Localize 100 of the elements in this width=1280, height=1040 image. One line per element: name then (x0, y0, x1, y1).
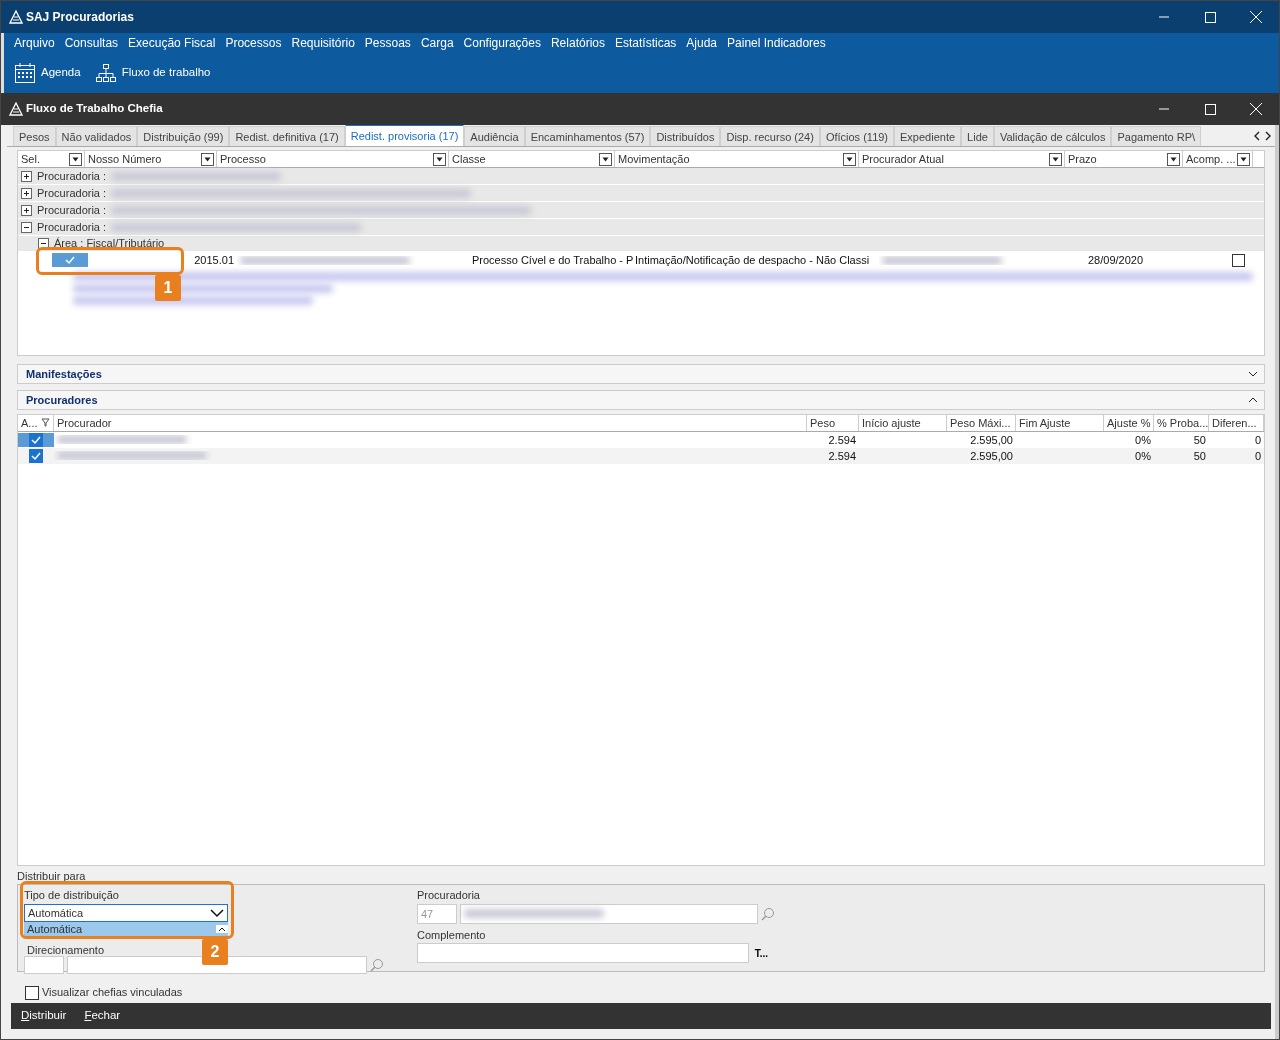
dropdown-button[interactable] (599, 152, 612, 166)
group-label: Procuradoria : (37, 168, 107, 184)
chevron-up-icon[interactable] (216, 925, 228, 934)
field-label: Tipo de distribuição (24, 888, 120, 904)
column-header: Fim Ajuste (1019, 415, 1071, 431)
column-header: Início ajuste (862, 415, 921, 431)
checkbox[interactable] (29, 432, 43, 447)
column-header: Peso (810, 415, 836, 431)
hierarchy-icon (94, 63, 117, 83)
collapse-icon[interactable] (21, 221, 32, 233)
menu-item[interactable]: Painel Indicadores (727, 34, 826, 52)
filter-icon[interactable] (40, 418, 50, 428)
column-header: A... (21, 415, 38, 431)
name-field[interactable] (459, 903, 758, 924)
expand-icon[interactable] (21, 187, 32, 199)
chevron-left-icon[interactable] (1253, 131, 1262, 141)
section-title: Procuradores (26, 392, 98, 408)
menu-item[interactable]: Requisitório (291, 34, 355, 52)
expand-icon[interactable] (21, 204, 32, 216)
menu-item[interactable]: Carga (420, 34, 454, 52)
table-cell-text: 2.594 (828, 448, 856, 464)
tab[interactable]: Expediente (894, 126, 962, 146)
column-header: % Proba... (1157, 415, 1208, 431)
expand-icon[interactable] (21, 170, 32, 182)
menu-item[interactable]: Consultas (64, 34, 119, 52)
toolbar-button[interactable]: Fluxo de trabalho (94, 63, 211, 83)
menu-item[interactable]: Estatísticas (615, 34, 677, 52)
chevron-up-icon[interactable] (1248, 395, 1258, 404)
table-cell-text: 0% (1135, 448, 1151, 464)
row-selector[interactable] (18, 432, 54, 447)
table-cell-text: 0 (1254, 432, 1261, 448)
callout-number: 2 (202, 939, 228, 966)
callout-number: 1 (155, 275, 181, 301)
dropdown-field[interactable]: Automática (24, 903, 228, 923)
tab[interactable]: Distribuição (99) (137, 126, 230, 146)
table-cell-text: 2.595,00 (970, 432, 1013, 448)
tab[interactable]: Audiência (464, 126, 525, 146)
text-button[interactable]: T... (754, 945, 769, 961)
menu-item[interactable]: Ajuda (686, 34, 718, 52)
section-title: Manifestações (26, 366, 102, 382)
menu-item[interactable]: Pessoas (364, 34, 411, 52)
tab[interactable]: Redist. provisoria (17) (344, 125, 465, 146)
menu-item[interactable]: Relatórios (550, 34, 605, 52)
app-logo-icon (9, 10, 23, 24)
tab[interactable]: Redist. definitiva (17) (229, 126, 345, 146)
table-cell-text: 50 (1193, 432, 1206, 448)
column-header: Sel. (21, 151, 40, 167)
dropdown-button[interactable] (843, 152, 856, 166)
tab[interactable]: Não validados (55, 126, 138, 146)
table-cell-text: 0 (1254, 448, 1261, 464)
table-cell-text: Processo Cível e do Trabalho - P (472, 253, 634, 268)
name-field[interactable] (66, 956, 367, 975)
dropdown-button[interactable] (1167, 152, 1180, 166)
field-label: Direcionamento (26, 944, 105, 957)
dropdown-button[interactable] (1049, 152, 1062, 166)
menu-item[interactable]: Processos (225, 34, 282, 52)
column-header: Nosso Número (88, 151, 162, 167)
menu-item[interactable]: Execução Fiscal (128, 34, 216, 52)
table-cell-text: 28/09/2020 (1088, 253, 1144, 268)
tab[interactable]: Ofícios (119) (819, 126, 895, 146)
calendar-icon (14, 62, 36, 84)
tab[interactable]: Pesos (13, 126, 56, 146)
table-cell-text: Intimação/Notificação de despacho - Não Classi (635, 253, 870, 268)
column-header: Ajuste % (1107, 415, 1151, 431)
action-button[interactable]: Fechar (84, 1007, 121, 1025)
tab[interactable]: Validação de cálculos (993, 126, 1112, 146)
code-field[interactable] (24, 956, 64, 975)
collapse-icon[interactable] (38, 238, 49, 249)
table-cell-text: 0% (1135, 432, 1151, 448)
table-cell-text: 2015.01 (194, 253, 234, 268)
row-checkbox[interactable] (52, 253, 88, 268)
dropdown-button[interactable] (1237, 152, 1250, 166)
dropdown-button[interactable] (201, 152, 214, 166)
checkbox[interactable] (29, 448, 43, 463)
menu-item[interactable]: Configurações (463, 34, 541, 52)
dropdown-button[interactable] (433, 152, 446, 166)
column-header: Diferen... (1212, 415, 1257, 431)
tab[interactable]: Pagamento RP\ (1111, 126, 1202, 146)
tab[interactable]: Lide (961, 126, 994, 146)
chevron-right-icon[interactable] (1264, 131, 1273, 141)
column-header: Procurador Atual (862, 151, 944, 167)
action-button[interactable]: Distribuir (21, 1007, 67, 1025)
field-label: Procuradoria (417, 888, 481, 904)
tab[interactable]: Disp. recurso (24) (720, 126, 820, 146)
section-label: Distribuir para (17, 868, 87, 884)
column-header: Peso Máxi... (950, 415, 1011, 431)
toolbar-button[interactable]: Agenda (14, 62, 81, 84)
chevron-down-icon[interactable] (1248, 370, 1258, 378)
menu-item[interactable]: Arquivo (14, 34, 55, 52)
tab[interactable]: Distribuídos (650, 126, 721, 146)
dropdown-button[interactable] (69, 152, 82, 166)
column-header: Prazo (1068, 151, 1097, 167)
group-label: Procuradoria : (37, 202, 107, 218)
column-header: Movimentação (618, 151, 690, 167)
checkbox[interactable] (25, 985, 39, 1000)
text-field[interactable] (417, 943, 749, 964)
table-cell-text: 2.594 (828, 432, 856, 448)
checkbox[interactable] (1231, 253, 1245, 267)
table-cell-text: 50 (1193, 448, 1206, 464)
tab[interactable]: Encaminhamentos (57) (524, 126, 651, 146)
